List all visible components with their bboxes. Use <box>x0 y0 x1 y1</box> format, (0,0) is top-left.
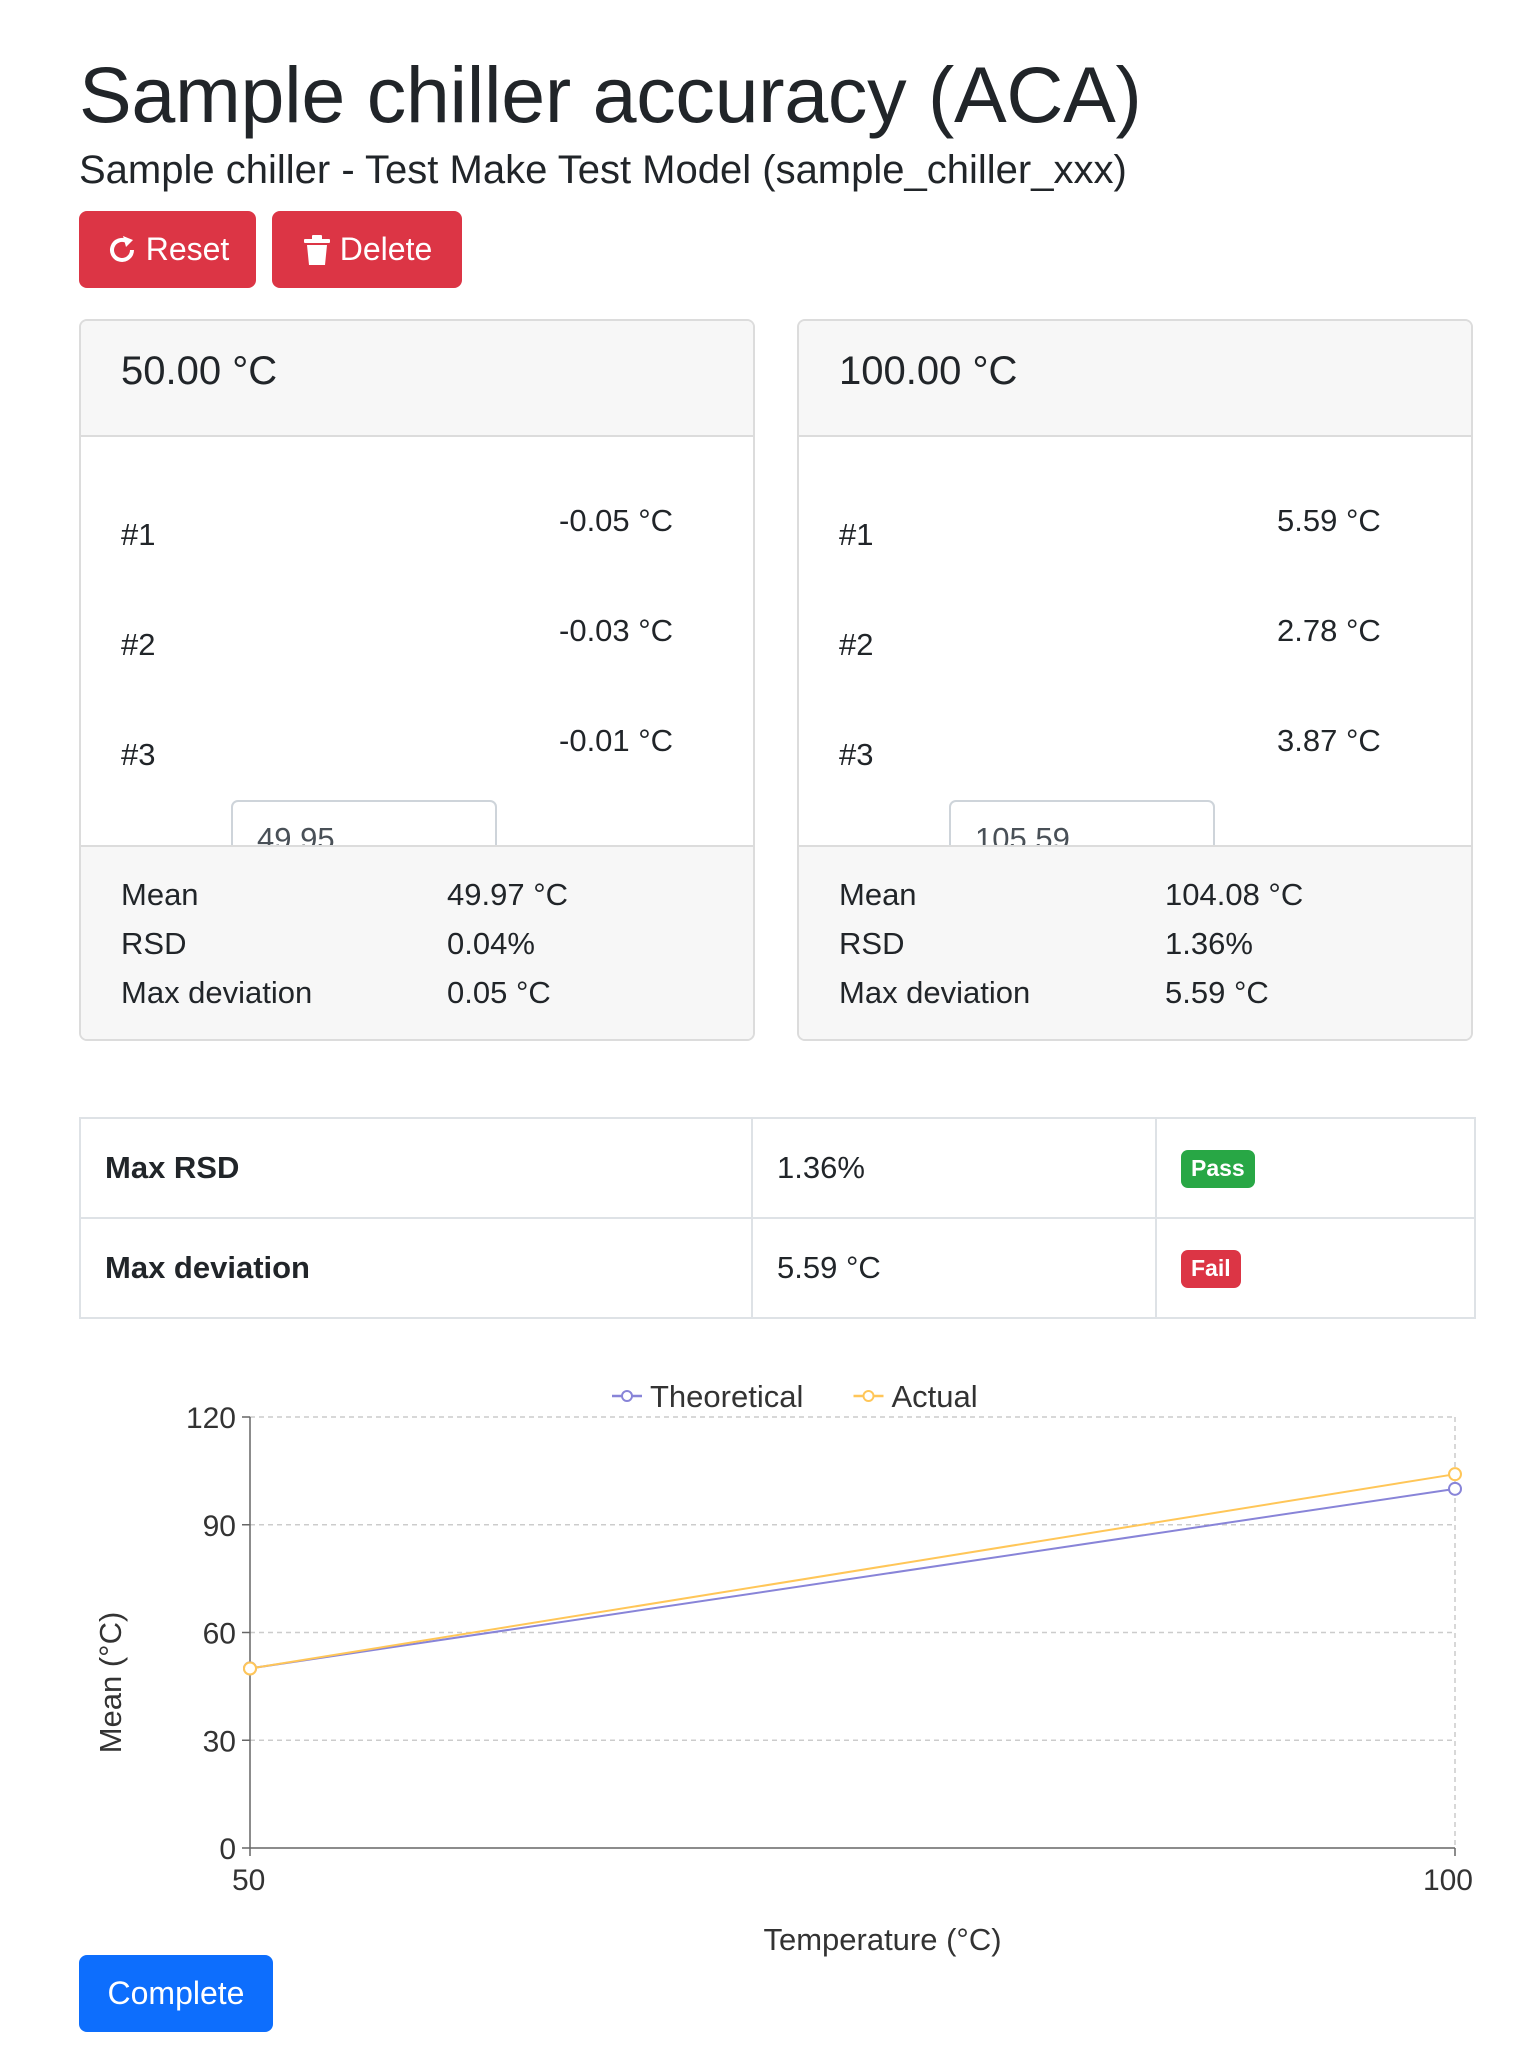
series-line <box>249 1487 1456 1670</box>
summary-table: Max RSD 1.36% Pass Max deviation 5.59 °C… <box>79 1117 1476 1319</box>
page: Sample chiller accuracy (ACA) Sample chi… <box>0 0 1536 2048</box>
stat-value: 0.05 °C <box>447 975 551 1010</box>
line-chart: 0 30 60 90 120 50 100 Temperature (°C) Mean (°C)… <box>93 1379 1473 1957</box>
summary-label: Max RSD <box>79 1117 753 1219</box>
page-subtitle: Sample chiller - Test Make Test Model (s… <box>79 148 1127 192</box>
stat-label: Mean <box>839 877 917 912</box>
summary-label: Max deviation <box>79 1217 753 1319</box>
card-footer: Mean 104.08 °C RSD 1.36% Max deviation 5… <box>799 845 1471 1039</box>
stat-label: RSD <box>121 926 187 961</box>
delete-label: Delete <box>339 231 433 267</box>
stat-label: Max deviation <box>121 975 313 1010</box>
summary-value: 1.36% <box>751 1117 1157 1219</box>
setpoint-title: 100.00 °C <box>839 349 1018 393</box>
deviation-value: 5.59 °C <box>1277 503 1381 538</box>
delete-button[interactable]: Delete <box>272 211 462 288</box>
setpoint-card: 100.00 °C #1 5.59 °C #2 2.78 °C #3 3.87 … <box>797 319 1473 1041</box>
deviation-value: 3.87 °C <box>1277 723 1381 758</box>
setpoint-title: 50.00 °C <box>121 349 278 393</box>
stat-label: Mean <box>121 877 199 912</box>
stat-value: 0.04% <box>447 926 535 961</box>
y-tick-label: 120 <box>186 1402 236 1435</box>
reset-button[interactable]: Reset <box>79 211 256 288</box>
fail-badge: Fail <box>1181 1250 1241 1288</box>
stat-value: 104.08 °C <box>1165 877 1304 912</box>
data-point <box>1448 1467 1462 1482</box>
y-tick-label: 90 <box>203 1510 236 1543</box>
summary-value: 5.59 °C <box>751 1217 1157 1319</box>
stat-label: RSD <box>839 926 905 961</box>
x-axis-label: Temperature (°C) <box>763 1922 1001 1957</box>
replicate-label: #2 <box>839 627 874 662</box>
replicate-label: #2 <box>121 627 156 662</box>
card-header: 50.00 °C <box>81 321 753 437</box>
summary-status-cell: Pass <box>1155 1117 1476 1219</box>
trash-icon <box>302 234 332 266</box>
page-title: Sample chiller accuracy (ACA) <box>79 50 1142 139</box>
table-row: Max deviation 5.59 °C Fail <box>79 1217 1476 1319</box>
y-tick-label: 30 <box>203 1725 236 1758</box>
stat-value: 5.59 °C <box>1165 975 1269 1010</box>
replicate-label: #1 <box>839 517 874 552</box>
deviation-value: -0.01 °C <box>559 723 674 758</box>
x-tick-label: 50 <box>232 1864 265 1897</box>
stat-value: 1.36% <box>1165 926 1253 961</box>
y-tick-label: 0 <box>219 1833 236 1866</box>
deviation-value: 2.78 °C <box>1277 613 1381 648</box>
card-footer: Mean 49.97 °C RSD 0.04% Max deviation 0.… <box>81 845 753 1039</box>
legend-label: Actual <box>892 1379 978 1414</box>
refresh-icon <box>106 234 138 266</box>
card-header: 100.00 °C <box>799 321 1471 437</box>
stat-value: 49.97 °C <box>447 877 568 912</box>
y-axis-label: Mean (°C) <box>93 1612 128 1754</box>
data-point <box>1448 1481 1462 1496</box>
data-point <box>243 1661 257 1676</box>
setpoint-card: 50.00 °C #1 -0.05 °C #2 -0.03 °C #3 -0.0… <box>79 319 755 1041</box>
legend-label: Theoretical <box>650 1379 803 1414</box>
y-tick-label: 60 <box>203 1618 236 1651</box>
legend-marker <box>621 1390 633 1402</box>
table-row: Max RSD 1.36% Pass <box>79 1117 1476 1219</box>
complete-button[interactable]: Complete <box>79 1955 273 2032</box>
replicate-label: #3 <box>121 737 156 772</box>
replicate-label: #1 <box>121 517 156 552</box>
deviation-value: -0.03 °C <box>559 613 674 648</box>
stat-label: Max deviation <box>839 975 1031 1010</box>
deviation-value: -0.05 °C <box>559 503 674 538</box>
series-line <box>249 1473 1456 1670</box>
pass-badge: Pass <box>1181 1150 1255 1188</box>
legend-marker <box>862 1390 875 1402</box>
reset-label: Reset <box>145 231 230 267</box>
summary-status-cell: Fail <box>1155 1217 1476 1319</box>
x-tick-label: 100 <box>1423 1864 1473 1897</box>
replicate-label: #3 <box>839 737 874 772</box>
